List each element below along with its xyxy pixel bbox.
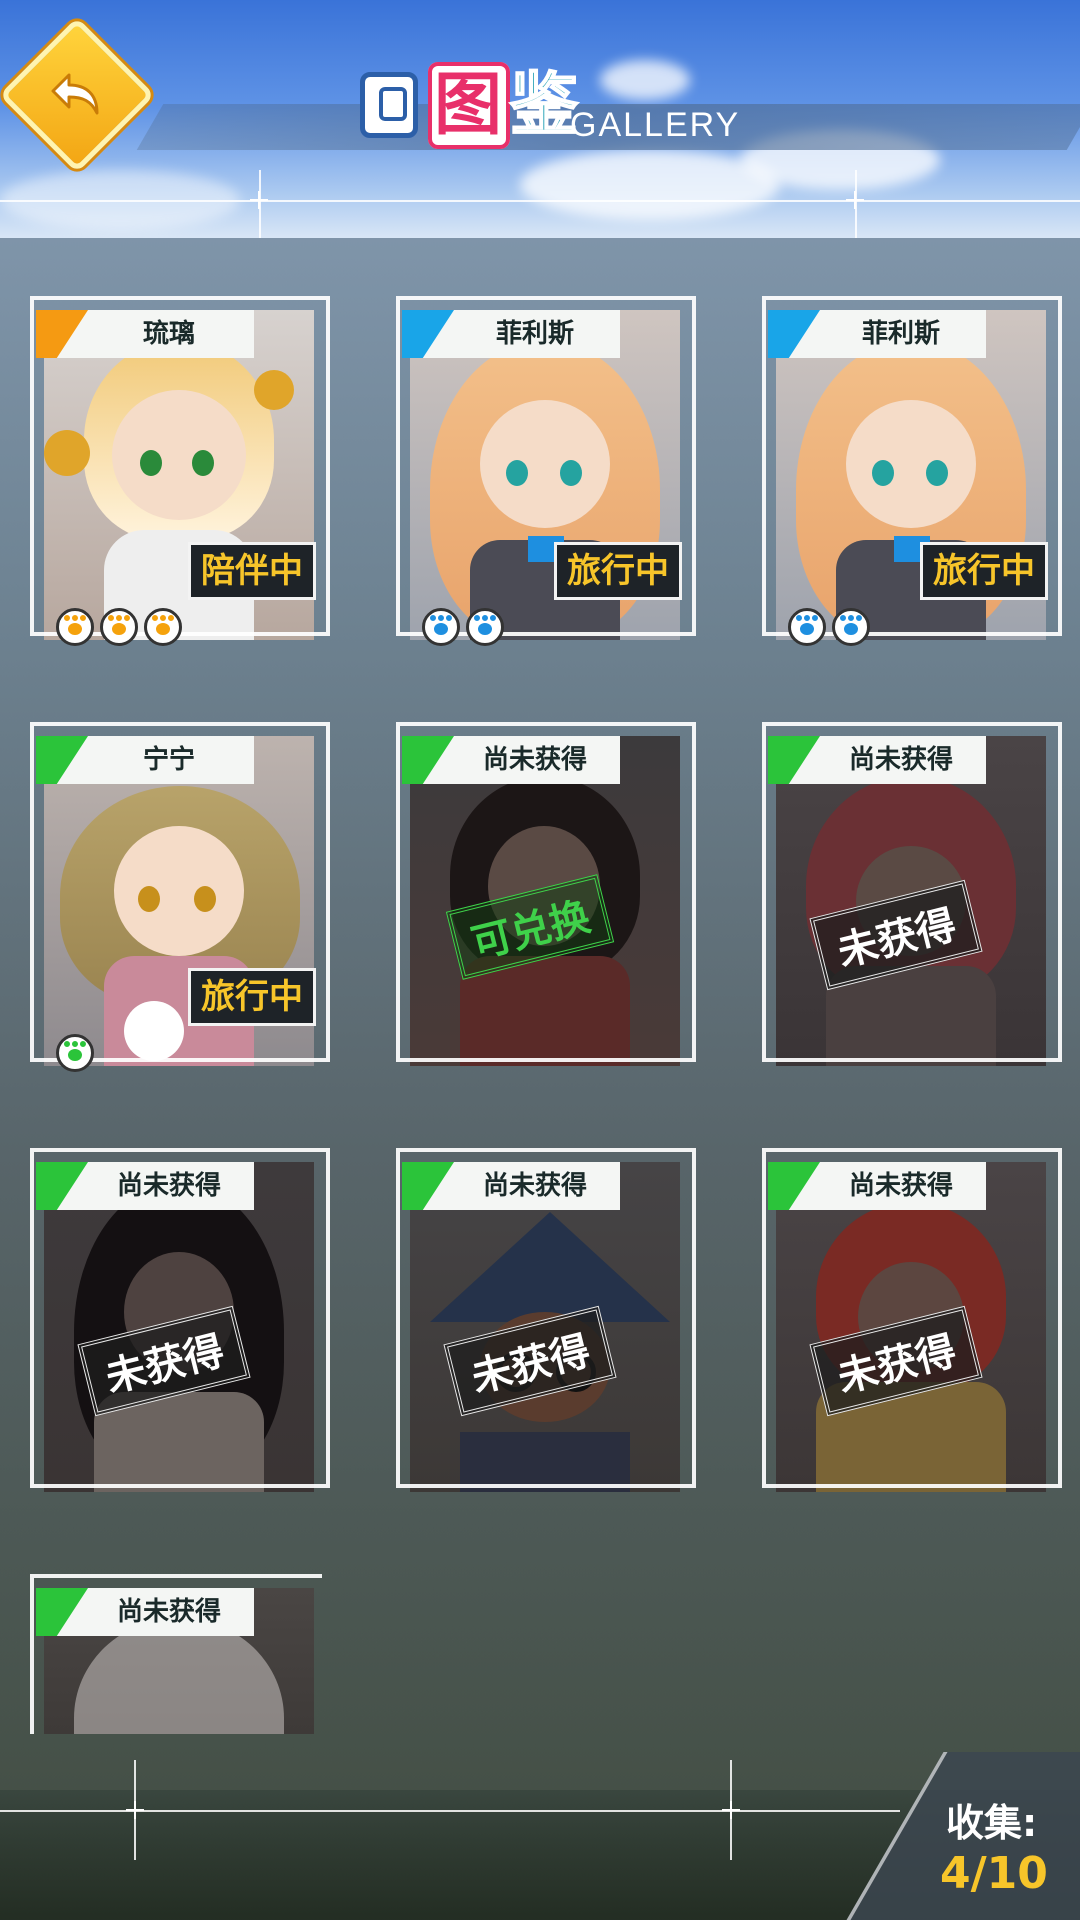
paw-icon — [422, 608, 460, 646]
tag-accent — [402, 736, 454, 784]
collection-count: 4/10 — [940, 1848, 1048, 1899]
card-name: 尚未获得 — [848, 1171, 953, 1201]
divider-line — [0, 200, 1080, 202]
rank-paws — [422, 608, 504, 646]
character-card[interactable]: 尚未获得 — [22, 1574, 322, 1734]
gallery-book-icon — [360, 72, 418, 138]
paw-icon — [144, 608, 182, 646]
tag-accent — [36, 310, 88, 358]
card-name: 菲利斯 — [861, 319, 940, 349]
character-card[interactable]: 琉璃 陪伴中 — [22, 296, 330, 646]
card-name: 尚未获得 — [482, 1171, 587, 1201]
status-badge: 旅行中 — [554, 542, 682, 600]
tag-accent — [768, 1162, 820, 1210]
card-name: 尚未获得 — [116, 1597, 221, 1627]
character-card[interactable]: 尚未获得 未获得 — [388, 1148, 696, 1498]
paw-icon — [100, 608, 138, 646]
tag-accent — [36, 1162, 88, 1210]
tag-accent — [768, 736, 820, 784]
paw-icon — [56, 608, 94, 646]
paw-icon — [56, 1034, 94, 1072]
status-badge: 旅行中 — [188, 968, 316, 1026]
title-english: GALLERY — [570, 106, 741, 144]
character-card[interactable]: 菲利斯 旅行中 — [388, 296, 696, 646]
paw-icon — [466, 608, 504, 646]
character-card[interactable]: 菲利斯 旅行中 — [754, 296, 1062, 646]
paw-icon — [788, 608, 826, 646]
card-name: 尚未获得 — [848, 745, 953, 775]
collection-label: 收集: — [946, 1801, 1038, 1845]
character-card[interactable]: 尚未获得 未获得 — [754, 722, 1062, 1072]
title-char-tu: 图 — [428, 62, 511, 149]
status-badge: 旅行中 — [920, 542, 1048, 600]
character-card[interactable]: 尚未获得 未获得 — [754, 1148, 1062, 1498]
paw-icon — [832, 608, 870, 646]
rank-paws — [788, 608, 870, 646]
card-name: 菲利斯 — [495, 319, 574, 349]
tag-accent — [36, 1588, 88, 1636]
card-name: 宁宁 — [142, 745, 195, 775]
tag-accent — [402, 1162, 454, 1210]
character-card[interactable]: 宁宁 旅行中 — [22, 722, 330, 1072]
card-name: 尚未获得 — [116, 1171, 221, 1201]
rank-paws — [56, 1034, 94, 1072]
character-card[interactable]: 尚未获得 未获得 — [22, 1148, 330, 1498]
back-arrow-icon — [51, 73, 99, 115]
status-badge: 陪伴中 — [188, 542, 316, 600]
rank-paws — [56, 608, 182, 646]
tag-accent — [402, 310, 454, 358]
card-name: 尚未获得 — [482, 745, 587, 775]
tag-accent — [36, 736, 88, 784]
character-card[interactable]: 尚未获得 可兑换 — [388, 722, 696, 1072]
card-name: 琉璃 — [142, 319, 195, 349]
tag-accent — [768, 310, 820, 358]
